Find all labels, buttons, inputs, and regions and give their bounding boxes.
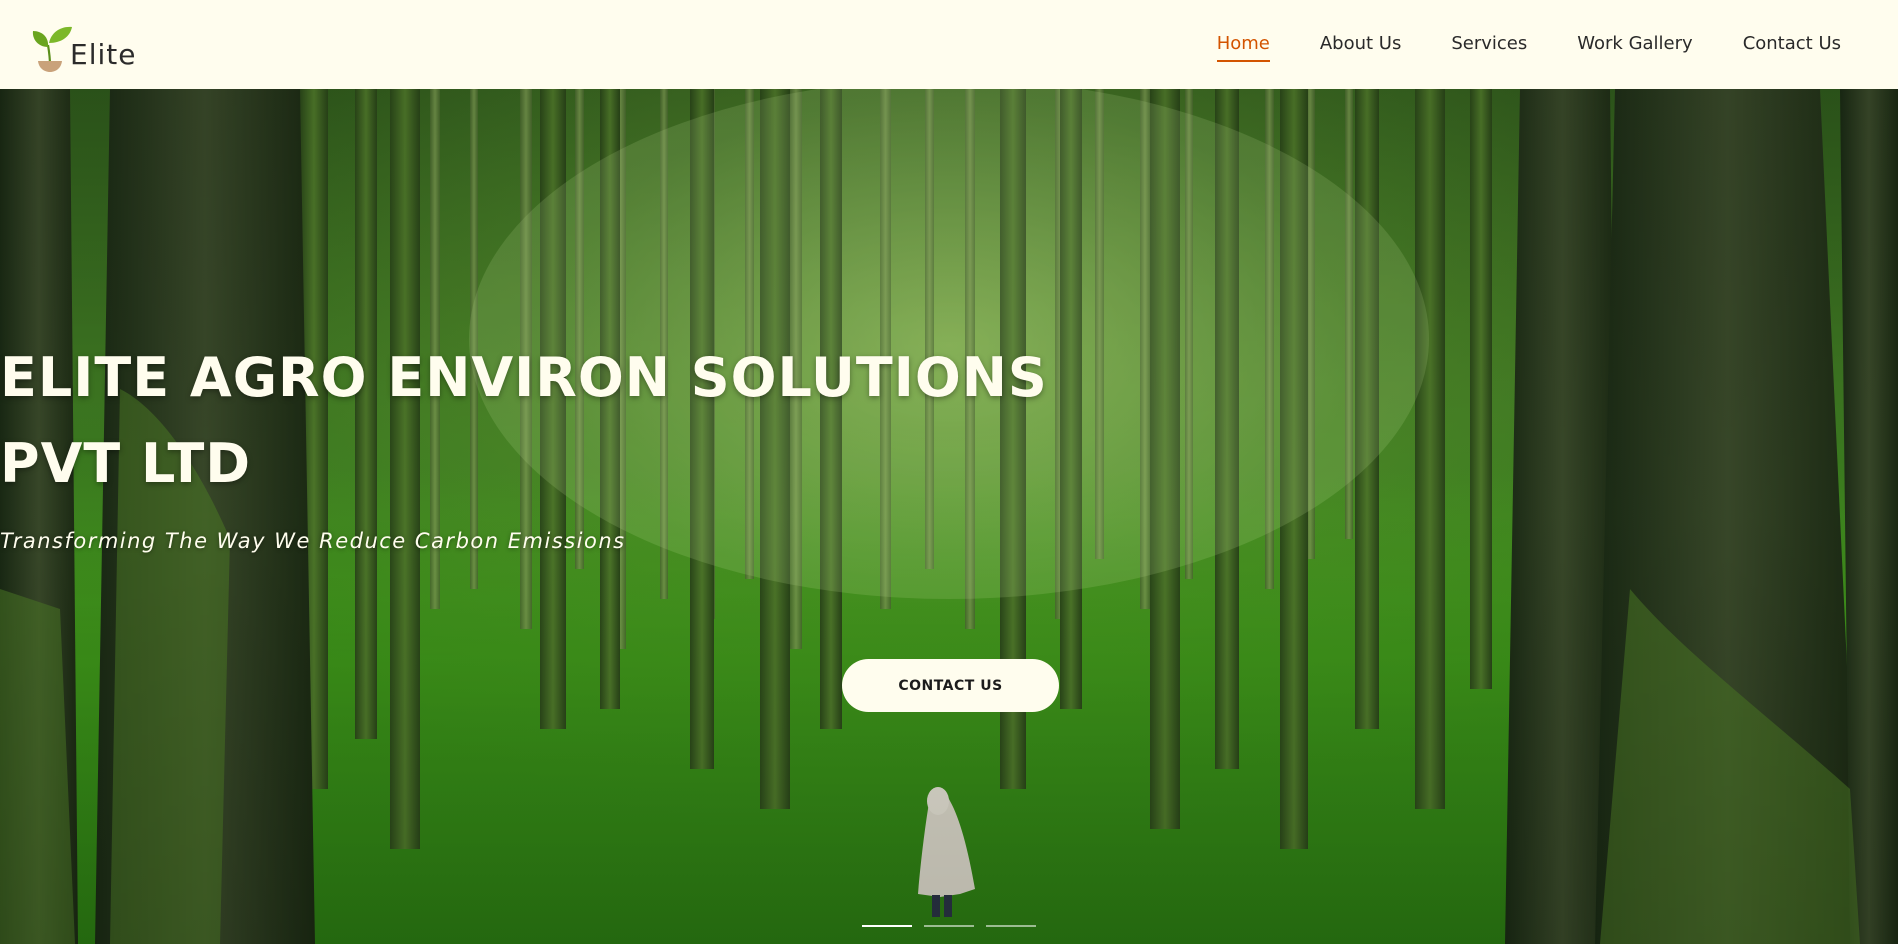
contact-us-button[interactable]: CONTACT US [842,659,1059,712]
slide-indicator-3[interactable] [986,925,1036,927]
nav-item-services[interactable]: Services [1451,27,1527,62]
brand-name: Elite [70,37,137,71]
nav-item-home[interactable]: Home [1216,27,1271,62]
nav-item-about-us[interactable]: About Us [1320,27,1402,62]
sprout-in-pot-icon [30,23,74,73]
slide-indicator-2[interactable] [924,925,974,927]
site-header: Elite Home About Us Services Work Galler… [0,0,1898,89]
hero-title-line-2: PVT LTD [0,432,252,495]
hero-title-line-1: ELITE AGRO ENVIRON SOLUTIONS [0,346,1048,409]
main-nav: Home About Us Services Work Gallery Cont… [1216,27,1841,62]
nav-item-work-gallery[interactable]: Work Gallery [1577,27,1692,62]
nav-item-contact-us[interactable]: Contact Us [1743,27,1841,62]
hero-subtitle: Transforming The Way We Reduce Carbon Em… [0,529,626,553]
brand-logo[interactable]: Elite [30,17,136,73]
hero-banner: ELITE AGRO ENVIRON SOLUTIONS PVT LTD Tra… [0,89,1898,944]
hero-title: ELITE AGRO ENVIRON SOLUTIONS PVT LTD [0,335,1898,507]
hero-overlay [0,89,1898,944]
slide-indicator-1[interactable] [862,925,912,927]
slider-indicators [0,925,1898,927]
